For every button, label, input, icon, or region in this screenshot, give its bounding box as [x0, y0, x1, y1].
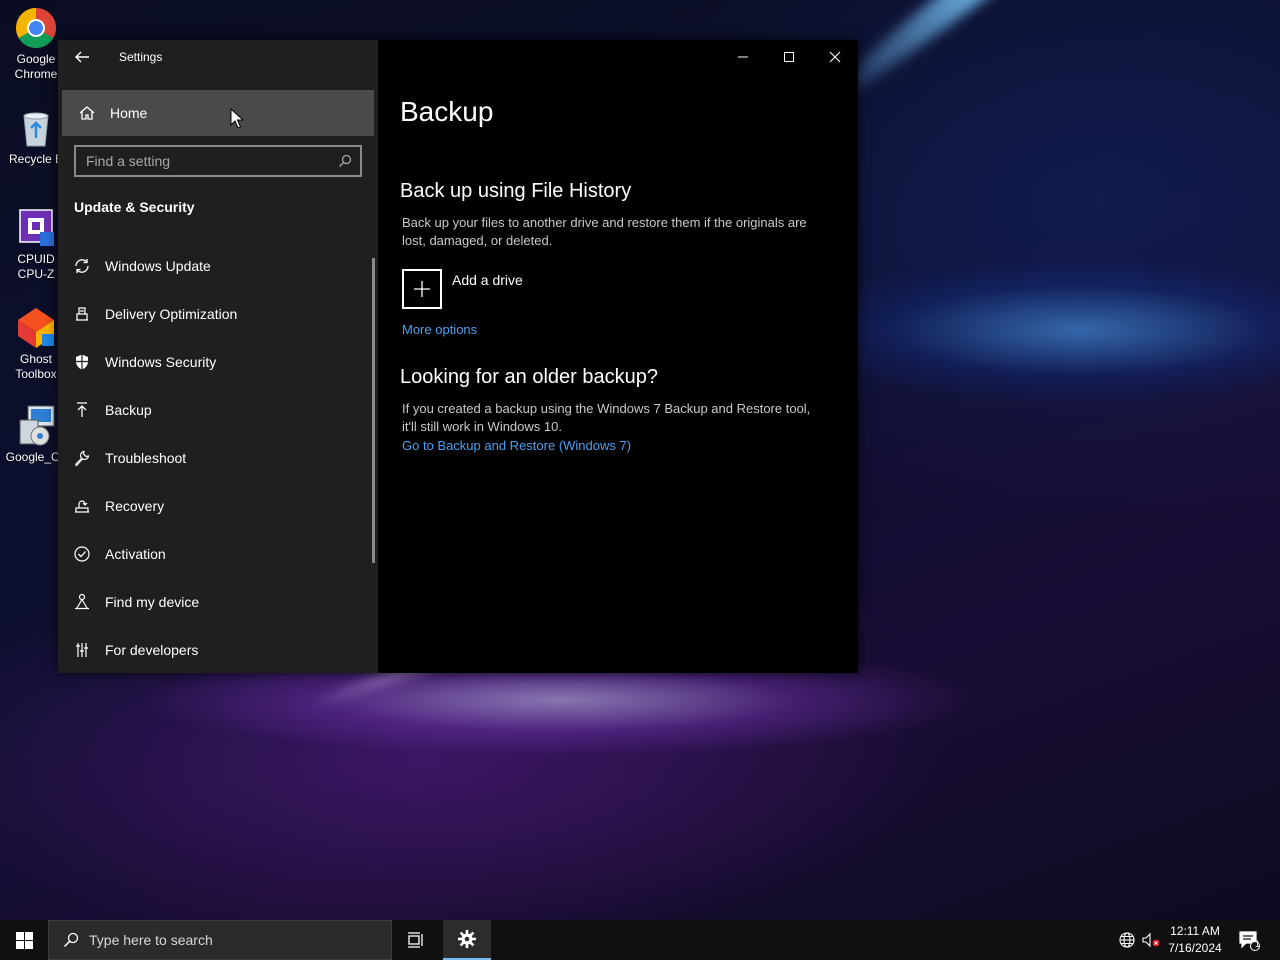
volume-muted-icon — [1142, 932, 1160, 948]
network-tray-button[interactable] — [1116, 920, 1138, 960]
task-view-icon — [408, 932, 423, 948]
back-button[interactable] — [72, 47, 92, 67]
sidebar-item-label: Windows Update — [105, 258, 211, 274]
file-history-description: Back up your files to another drive and … — [402, 215, 807, 248]
mouse-cursor-icon — [230, 108, 244, 129]
sidebar-item-label: For developers — [105, 642, 199, 658]
maximize-icon — [784, 52, 794, 62]
sidebar-item-label: Find my device — [105, 594, 200, 610]
ghost-toolbox-icon — [14, 306, 58, 350]
home-icon — [79, 106, 95, 120]
recycle-bin-icon — [14, 106, 58, 150]
sidebar-item-label: Delivery Optimization — [105, 306, 238, 322]
settings-window: Settings Home Update & Security Windows … — [58, 40, 858, 673]
recovery-icon — [75, 500, 89, 513]
delivery-optimization-icon — [76, 307, 88, 321]
gear-icon — [458, 930, 476, 948]
upload-arrow-icon — [77, 402, 87, 417]
sidebar-item-windows-security[interactable]: Windows Security — [58, 338, 378, 386]
plus-icon — [414, 281, 430, 297]
start-button[interactable] — [0, 920, 48, 960]
taskbar-clock[interactable]: 12:11 AM 7/16/2024 — [1162, 923, 1228, 957]
sidebar-item-label: Backup — [105, 402, 152, 418]
add-drive-label[interactable]: Add a drive — [452, 272, 523, 288]
task-view-button[interactable] — [392, 920, 440, 960]
find-device-icon — [75, 593, 89, 610]
file-history-heading: Back up using File History — [400, 180, 632, 202]
older-backup-description: If you created a backup using the Window… — [402, 401, 811, 434]
shield-icon — [76, 354, 88, 370]
developer-tools-icon — [76, 643, 88, 657]
sidebar-item-label: Recovery — [105, 498, 165, 514]
sidebar-item-activation[interactable]: Activation — [58, 530, 378, 578]
settings-sidebar: Settings Home Update & Security Windows … — [58, 40, 378, 673]
check-circle-icon — [74, 546, 90, 562]
backup-restore-windows7-link[interactable]: Go to Backup and Restore (Windows 7) — [402, 438, 631, 453]
taskbar: 12:11 AM 7/16/2024 1 — [0, 920, 1280, 960]
search-input[interactable] — [76, 147, 326, 175]
volume-tray-button[interactable] — [1140, 920, 1162, 960]
globe-icon — [1119, 932, 1135, 948]
sidebar-item-recovery[interactable]: Recovery — [58, 482, 378, 530]
action-center-button[interactable]: 1 — [1234, 920, 1264, 960]
sidebar-item-troubleshoot[interactable]: Troubleshoot — [58, 434, 378, 482]
home-label: Home — [110, 105, 148, 121]
sidebar-item-label: Troubleshoot — [105, 450, 187, 466]
add-drive-button[interactable] — [402, 269, 442, 309]
maximize-button[interactable] — [766, 40, 812, 74]
sidebar-item-delivery-optimization[interactable]: Delivery Optimization — [58, 290, 378, 338]
window-title: Settings — [119, 50, 163, 64]
sidebar-scrollbar[interactable] — [372, 258, 375, 563]
taskbar-search[interactable] — [48, 920, 392, 960]
refresh-icon — [75, 259, 89, 273]
sidebar-item-backup[interactable]: Backup — [58, 386, 378, 434]
close-icon — [829, 51, 841, 63]
taskbar-search-input[interactable] — [89, 932, 369, 948]
page-title: Backup — [400, 96, 494, 127]
installer-icon — [14, 404, 58, 448]
chrome-icon — [14, 6, 58, 50]
back-arrow-icon — [75, 51, 89, 63]
minimize-icon — [738, 56, 748, 58]
close-button[interactable] — [812, 40, 858, 74]
sidebar-item-find-my-device[interactable]: Find my device — [58, 578, 378, 626]
search-icon — [339, 154, 352, 167]
more-options-link[interactable]: More options — [402, 322, 477, 337]
sidebar-item-label: Activation — [105, 546, 166, 562]
wallpaper-light-beam — [809, 0, 1272, 121]
taskbar-settings-app[interactable] — [443, 920, 491, 960]
search-icon — [63, 932, 79, 948]
wrench-icon — [75, 450, 90, 467]
cpu-z-icon — [14, 206, 58, 250]
section-title: Update & Security — [74, 199, 195, 215]
older-backup-heading: Looking for an older backup? — [400, 366, 658, 388]
clock-time: 12:11 AM — [1170, 924, 1220, 938]
sidebar-item-windows-update[interactable]: Windows Update — [58, 242, 378, 290]
find-setting-search[interactable] — [74, 145, 362, 177]
sidebar-item-label: Windows Security — [105, 354, 217, 370]
home-button[interactable]: Home — [62, 90, 374, 136]
minimize-button[interactable] — [720, 40, 766, 74]
windows-logo-icon — [15, 931, 33, 949]
notification-count-badge: 1 — [1255, 939, 1261, 949]
clock-date: 7/16/2024 — [1168, 941, 1222, 955]
sidebar-item-for-developers[interactable]: For developers — [58, 626, 378, 674]
settings-nav: Windows Update Delivery Optimization Win… — [58, 242, 378, 674]
